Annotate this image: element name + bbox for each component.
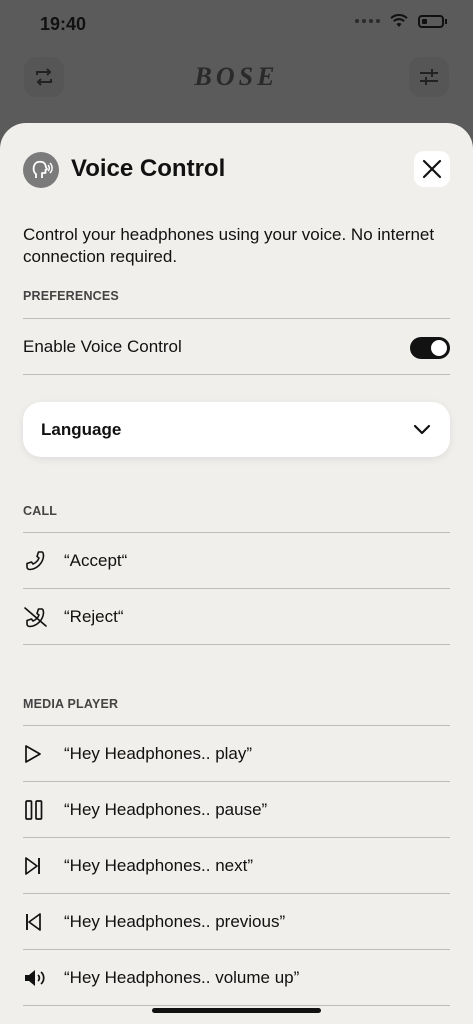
command-row-pause: “Hey Headphones.. pause” bbox=[23, 782, 450, 838]
phone-icon bbox=[23, 549, 49, 573]
next-icon bbox=[23, 854, 49, 878]
description-text: Control your headphones using your voice… bbox=[23, 225, 435, 266]
command-text: “Hey Headphones.. pause” bbox=[64, 800, 268, 819]
call-section-label: CALL bbox=[23, 504, 58, 518]
home-indicator[interactable] bbox=[152, 1008, 321, 1013]
command-text: “Hey Headphones.. volume up” bbox=[64, 968, 300, 987]
settings-sliders-button[interactable] bbox=[409, 57, 449, 97]
divider bbox=[23, 374, 450, 375]
close-icon bbox=[422, 159, 442, 179]
voice-head-icon bbox=[23, 152, 59, 188]
phone-off-icon bbox=[23, 605, 49, 629]
sheet-header: Voice Control bbox=[23, 149, 450, 189]
previous-icon bbox=[23, 910, 49, 934]
command-row-previous: “Hey Headphones.. previous” bbox=[23, 894, 450, 950]
divider bbox=[23, 644, 450, 645]
enable-voice-control-toggle[interactable] bbox=[410, 337, 450, 359]
command-text: “Hey Headphones.. next” bbox=[64, 856, 253, 875]
chevron-down-icon bbox=[413, 424, 431, 435]
app-header: BOSE bbox=[0, 50, 473, 120]
signal-icon bbox=[355, 19, 380, 23]
preferences-section-label: PREFERENCES bbox=[23, 289, 119, 303]
command-row-volume-up: “Hey Headphones.. volume up” bbox=[23, 950, 450, 1006]
toggle-knob bbox=[431, 340, 447, 356]
enable-voice-control-label: Enable Voice Control bbox=[23, 337, 182, 356]
language-dropdown[interactable]: Language bbox=[23, 402, 450, 457]
language-label: Language bbox=[41, 420, 122, 439]
enable-voice-control-row: Enable Voice Control bbox=[23, 319, 450, 375]
status-bar: 19:40 bbox=[0, 0, 473, 50]
media-player-section-label: MEDIA PLAYER bbox=[23, 697, 119, 711]
pause-icon bbox=[23, 798, 49, 822]
play-icon bbox=[23, 742, 49, 766]
command-row-next: “Hey Headphones.. next” bbox=[23, 838, 450, 894]
command-text: “Hey Headphones.. previous” bbox=[64, 912, 286, 931]
command-row-accept: “Accept“ bbox=[23, 533, 450, 589]
brand-logo: BOSE bbox=[194, 62, 279, 91]
command-text: “Hey Headphones.. play” bbox=[64, 744, 253, 763]
voice-control-sheet: Voice Control Control your headphones us… bbox=[0, 123, 473, 1024]
divider bbox=[23, 1005, 450, 1006]
command-row-reject: “Reject“ bbox=[23, 589, 450, 645]
wifi-icon bbox=[390, 14, 408, 27]
status-time: 19:40 bbox=[40, 14, 87, 34]
sheet-title: Voice Control bbox=[71, 155, 226, 182]
status-icons bbox=[355, 14, 447, 28]
command-text: “Accept“ bbox=[64, 551, 128, 570]
command-text: “Reject“ bbox=[64, 607, 124, 626]
close-button[interactable] bbox=[414, 151, 450, 187]
battery-icon bbox=[418, 14, 447, 28]
sliders-icon bbox=[420, 69, 438, 85]
command-row-play: “Hey Headphones.. play” bbox=[23, 726, 450, 782]
volume-up-icon bbox=[23, 966, 49, 990]
